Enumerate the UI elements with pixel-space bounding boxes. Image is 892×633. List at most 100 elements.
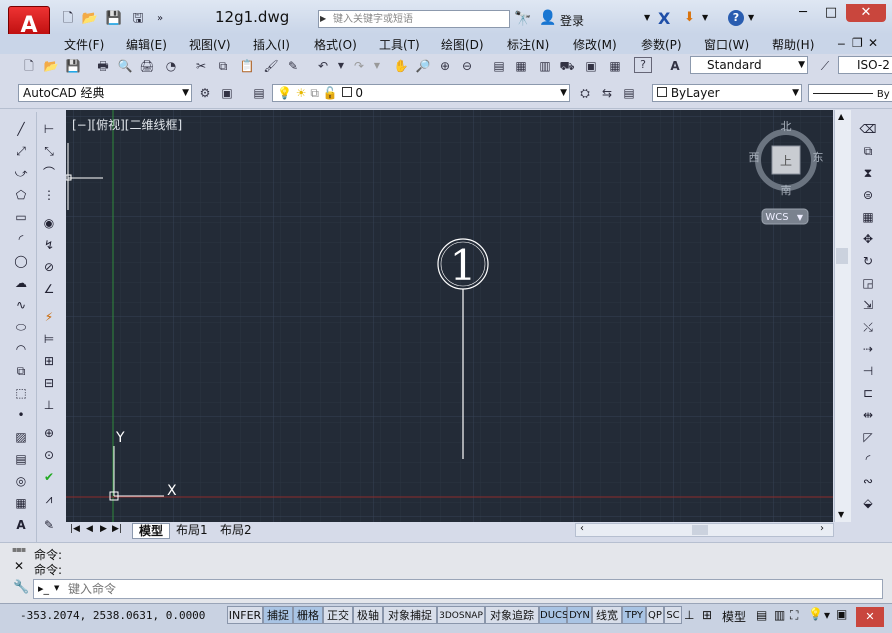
- linear-dimension-icon[interactable]: ⊢: [40, 120, 58, 138]
- insert-block-icon[interactable]: ⧉: [12, 362, 30, 380]
- workspace-settings-icon[interactable]: ⚙: [196, 84, 214, 102]
- exchange-icon[interactable]: X: [658, 9, 670, 28]
- toggle-3dosnap[interactable]: 3DOSNAP: [437, 606, 485, 624]
- more-chevron-icon[interactable]: »: [150, 10, 170, 28]
- break-at-point-icon[interactable]: ⊣: [859, 362, 877, 380]
- paste-icon[interactable]: 📋: [238, 57, 256, 75]
- scroll-left-icon[interactable]: ‹: [580, 523, 584, 534]
- design-center-icon[interactable]: ▦: [512, 57, 530, 75]
- continue-dimension-icon[interactable]: ⊞: [40, 352, 58, 370]
- linetype-select[interactable]: By: [808, 84, 892, 102]
- explode-icon[interactable]: ⬙: [859, 494, 877, 512]
- login-dropdown-icon[interactable]: ▼: [644, 13, 650, 22]
- trim-icon[interactable]: ⤯: [859, 318, 877, 336]
- help-icon[interactable]: ?: [634, 57, 652, 73]
- doc-close-icon[interactable]: ✕: [868, 36, 878, 50]
- zoom-previous-icon[interactable]: ⊖: [458, 57, 476, 75]
- open-folder-icon[interactable]: 📂: [80, 10, 100, 28]
- quick-view-drawings-icon[interactable]: ▥: [774, 608, 785, 622]
- next-tab-icon[interactable]: ▶: [100, 524, 107, 534]
- tab-model[interactable]: 模型: [132, 523, 171, 539]
- menu-file[interactable]: 文件(F): [64, 36, 104, 53]
- login-link[interactable]: 登录: [560, 12, 584, 29]
- tolerance-icon[interactable]: ⊕: [40, 424, 58, 442]
- close-command-icon[interactable]: ✕: [14, 559, 24, 573]
- scroll-right-icon[interactable]: ›: [820, 523, 824, 534]
- qnew-icon[interactable]: 🗋: [20, 57, 38, 75]
- status-close-icon[interactable]: ✕: [856, 607, 884, 627]
- block-editor-icon[interactable]: ✎: [284, 57, 302, 75]
- fillet-icon[interactable]: ◜: [859, 450, 877, 468]
- redo-dropdown-icon[interactable]: ▼: [368, 57, 386, 75]
- quick-view-layouts-icon[interactable]: ▤: [756, 608, 767, 622]
- scale-icon[interactable]: ◲: [859, 274, 877, 292]
- toggle-osnap[interactable]: 对象捕捉: [383, 606, 437, 624]
- isolate-objects-icon[interactable]: 💡: [808, 607, 823, 621]
- ellipse-arc-icon[interactable]: ◠: [12, 340, 30, 358]
- toggle-ortho[interactable]: 正交: [323, 606, 353, 624]
- dim-style-select[interactable]: ISO-2: [838, 56, 892, 74]
- polyline-icon[interactable]: ⤻: [12, 164, 30, 182]
- make-current-layer-icon[interactable]: ⛭: [576, 84, 594, 102]
- cut-icon[interactable]: ✂: [192, 57, 210, 75]
- rectangle-icon[interactable]: ▭: [12, 208, 30, 226]
- vertical-scrollbar[interactable]: [834, 110, 851, 522]
- undo-icon[interactable]: ↶: [314, 57, 332, 75]
- first-tab-icon[interactable]: |◀: [70, 524, 80, 534]
- command-prompt-icon[interactable]: ▸_: [38, 582, 49, 595]
- command-grip-icon[interactable]: ▪▪▪: [12, 545, 26, 554]
- last-tab-icon[interactable]: ▶|: [112, 524, 122, 534]
- help-button[interactable]: ?: [728, 10, 744, 26]
- menu-edit[interactable]: 编辑(E): [126, 36, 167, 53]
- menu-view[interactable]: 视图(V): [189, 36, 231, 53]
- sheet-set-icon[interactable]: ⛟: [558, 57, 576, 75]
- zoom-realtime-icon[interactable]: 🔎: [414, 57, 432, 75]
- pan-icon[interactable]: ✋: [392, 57, 410, 75]
- annotation-scale-icon[interactable]: ⛶: [790, 608, 798, 623]
- compass-south[interactable]: 南: [781, 184, 792, 197]
- command-dropdown-icon[interactable]: ▼: [54, 584, 59, 592]
- ellipse-icon[interactable]: ⬭: [12, 318, 30, 336]
- inspection-icon[interactable]: ✔: [40, 468, 58, 486]
- command-input-box[interactable]: ▸_ ▼: [33, 579, 883, 599]
- undo-dropdown-icon[interactable]: ▼: [332, 57, 350, 75]
- tool-palettes-icon[interactable]: ▥: [536, 57, 554, 75]
- dimension-break-icon[interactable]: ⊥: [40, 396, 58, 414]
- diameter-dimension-icon[interactable]: ⊘: [40, 258, 58, 276]
- toggle-snap[interactable]: 捕捉: [263, 606, 293, 624]
- construction-line-icon[interactable]: ⤢: [12, 142, 30, 160]
- line-icon[interactable]: ╱: [12, 120, 30, 138]
- minimize-button[interactable]: ─: [790, 4, 816, 22]
- copy-icon[interactable]: ⧉: [214, 57, 232, 75]
- toggle-dyn[interactable]: DYN: [567, 606, 592, 624]
- erase-icon[interactable]: ⌫: [859, 120, 877, 138]
- make-block-icon[interactable]: ⬚: [12, 384, 30, 402]
- center-mark-icon[interactable]: ⊙: [40, 446, 58, 464]
- new-file-icon[interactable]: 🗋: [58, 10, 78, 28]
- vertical-scroll-thumb[interactable]: [836, 248, 848, 264]
- menu-parameter[interactable]: 参数(P): [641, 36, 682, 53]
- help-dropdown-icon[interactable]: ▼: [748, 13, 754, 22]
- plot-preview-icon[interactable]: 🔍: [116, 57, 134, 75]
- status-menu-icon[interactable]: ▾: [824, 608, 830, 622]
- color-select[interactable]: ByLayer ▼: [652, 84, 802, 102]
- join-icon[interactable]: ⇹: [859, 406, 877, 424]
- menu-window[interactable]: 窗口(W): [704, 36, 749, 53]
- status-annotation-icon[interactable]: ⊥: [684, 608, 694, 622]
- ordinate-dimension-icon[interactable]: ⋮: [40, 186, 58, 204]
- menu-insert[interactable]: 插入(I): [253, 36, 290, 53]
- save-icon[interactable]: 💾: [64, 57, 82, 75]
- quick-calc-icon[interactable]: ▦: [606, 57, 624, 75]
- menu-format[interactable]: 格式(O): [314, 36, 357, 53]
- menu-dimension[interactable]: 标注(N): [507, 36, 549, 53]
- 3d-dwf-icon[interactable]: ◔: [162, 57, 180, 75]
- toggle-otrack[interactable]: 对象追踪: [485, 606, 539, 624]
- search-input[interactable]: 键入关键字或短语: [318, 10, 510, 28]
- binoculars-icon[interactable]: 🔭: [514, 11, 531, 27]
- toggle-sc[interactable]: SC: [664, 606, 682, 624]
- drawing-canvas[interactable]: 1 Y X 上 北 南 东 西 WCS ▼ [−][俯视][二维线框]: [66, 110, 833, 522]
- horizontal-scroll-thumb[interactable]: [692, 525, 708, 535]
- toggle-infer[interactable]: INFER: [227, 606, 263, 624]
- clean-screen-icon[interactable]: ▣: [836, 607, 847, 621]
- region-icon[interactable]: ◎: [12, 472, 30, 490]
